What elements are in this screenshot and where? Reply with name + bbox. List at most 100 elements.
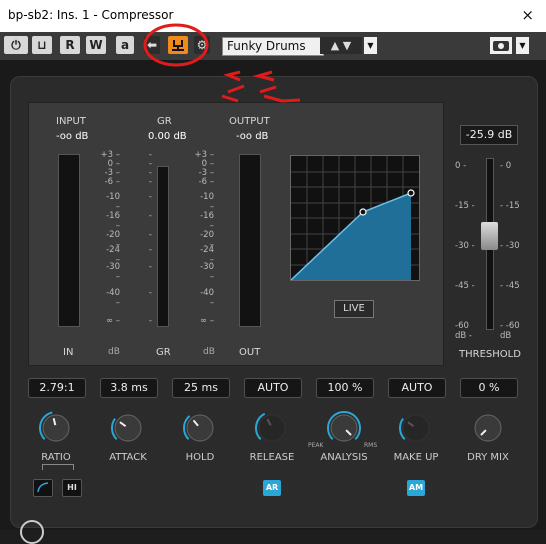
scale-tick: -40 – [106,288,120,308]
curve-svg [290,156,419,281]
ratio-knob[interactable] [38,410,74,446]
sidechain-icon[interactable]: ⬅ [144,36,160,54]
bottom-logo-icon [20,520,44,544]
scale-tick: ∞ – [105,316,120,326]
threshold-tick: - -30 [500,241,520,251]
scale-tick: - [148,316,152,326]
scale-tick: - [148,262,152,272]
threshold-tick: 0 - [455,161,467,171]
scale-tick: - [148,211,152,221]
close-icon[interactable]: × [521,6,534,24]
scale-tick: - [148,230,152,240]
makeup-label: MAKE UP [393,452,439,463]
attack-value[interactable]: 3.8 ms [100,378,158,398]
title-bar: bp-sb2: Ins. 1 - Compressor × [0,0,546,32]
analysis-value[interactable]: 100 % [316,378,374,398]
drymix-label: DRY MIX [467,452,509,463]
plugin-toolbar: ⏻ ⊔ R W a ⬅ ⚙ Funky Drums ▲ ▼ ▼ ▼ [0,32,546,60]
scale-tick: -16 – [200,211,214,231]
knee-curve-icon [37,482,49,493]
threshold-tick: - -60 dB [500,321,520,341]
foot-db2: dB [203,347,215,357]
scale-tick: - [148,288,152,298]
scale-tick: -30 – [200,262,214,282]
scale-tick: -10 – [106,192,120,212]
analysis-knob[interactable] [326,410,362,446]
scale-tick: -30 – [106,262,120,282]
threshold-tick: - -45 [500,281,520,291]
scale-tick: - [148,177,152,187]
preset-arrows[interactable]: ▲ ▼ [320,37,362,54]
sidechain-plug-icon [172,40,184,51]
foot-gr: GR [156,347,171,358]
hold-knob[interactable] [182,410,218,446]
ratio-bracket [42,464,74,470]
curve-fill [291,193,411,280]
analysis-label: ANALYSIS [320,452,368,463]
makeup-value[interactable]: AUTO [388,378,446,398]
scale-tick: -16 – [106,211,120,231]
power-button[interactable]: ⏻ [4,36,28,54]
snapshot-camera-icon[interactable] [490,37,512,54]
foot-in: IN [63,347,74,358]
gr-meter [157,166,169,327]
write-automation-button[interactable]: W [86,36,106,54]
preset-name[interactable]: Funky Drums [222,37,324,56]
auto-makeup-button[interactable]: AM [407,480,425,496]
sidechain-active-button[interactable] [168,36,188,54]
ratio-label: RATIO [41,452,71,463]
threshold-tick: - 0 [500,161,512,171]
foot-out: OUT [239,347,261,358]
threshold-tick: -60 dB - [455,321,472,341]
threshold-tick: -30 - [455,241,475,251]
input-label: INPUT [56,116,86,127]
foot-db1: dB [108,347,120,357]
scale-tick: ∞ – [199,316,214,326]
output-value: -oo dB [236,131,269,142]
transfer-curve-graph[interactable] [290,155,420,281]
attack-label: ATTACK [109,452,147,463]
hi-button[interactable]: HI [62,479,82,497]
release-value[interactable]: AUTO [244,378,302,398]
gr-label: GR [157,116,172,127]
threshold-value[interactable]: -25.9 dB [460,125,518,145]
rms-label: RMS [364,442,378,449]
release-knob[interactable] [254,410,290,446]
autofx-button[interactable]: a [116,36,134,54]
threshold-handle[interactable] [481,222,498,250]
output-meter [239,154,261,327]
threshold-label: THRESHOLD [459,349,521,360]
threshold-tick: - -15 [500,201,520,211]
drymix-value[interactable]: 0 % [460,378,518,398]
live-button[interactable]: LIVE [334,300,374,318]
ratio-value[interactable]: 2.79:1 [28,378,86,398]
output-label: OUTPUT [229,116,270,127]
threshold-tick: -45 - [455,281,475,291]
hold-label: HOLD [185,452,215,463]
release-label: RELEASE [249,452,295,463]
hold-value[interactable]: 25 ms [172,378,230,398]
scale-tick: - [148,192,152,202]
gr-value: 0.00 dB [148,131,187,142]
preset-dropdown[interactable]: ▼ [364,37,377,54]
makeup-knob[interactable] [398,410,434,446]
end-point[interactable] [407,189,415,197]
scale-tick: -10 – [200,192,214,212]
knee-button[interactable] [33,479,53,497]
window-title: bp-sb2: Ins. 1 - Compressor [8,8,174,22]
scale-tick: -6 – [104,177,120,187]
scale-tick: -40 – [200,288,214,308]
camera-dropdown[interactable]: ▼ [516,37,529,54]
bypass-button[interactable]: ⊔ [32,36,52,54]
scale-tick: - [148,245,152,255]
input-value: -oo dB [56,131,89,142]
threshold-point[interactable] [359,208,367,216]
threshold-tick: -15 - [455,201,475,211]
settings-gear-icon[interactable]: ⚙ [194,36,210,54]
auto-release-button[interactable]: AR [263,480,281,496]
scale-tick: -6 – [198,177,214,187]
drymix-knob[interactable] [470,410,506,446]
input-meter [58,154,80,327]
attack-knob[interactable] [110,410,146,446]
read-automation-button[interactable]: R [60,36,80,54]
